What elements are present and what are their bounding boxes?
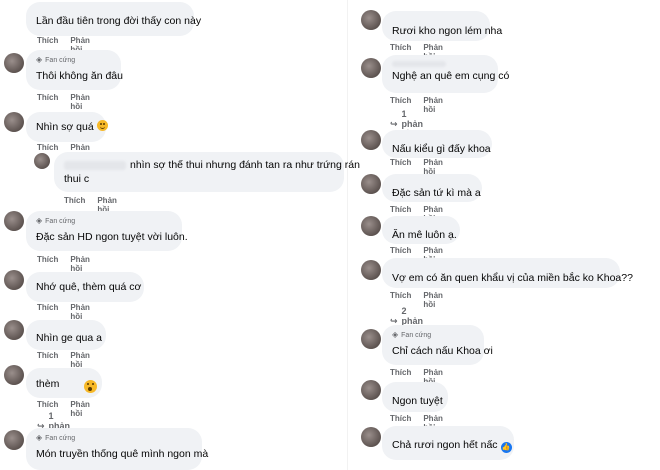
grinning-face-emoji: [96, 120, 108, 131]
blurred-name-row: [392, 60, 488, 69]
fan-badge: ◈ Fan cứng: [392, 331, 474, 339]
reply-button[interactable]: Phản hồi: [423, 96, 443, 114]
comment-text: Nhìn sợ quá: [36, 120, 108, 134]
comment-actions: Thích Phản hồi: [37, 303, 90, 321]
comment-text: Đặc sản tứ kì mà a: [392, 187, 481, 199]
comment-bubble: Lần đầu tiên trong đời thấy con này: [26, 2, 202, 36]
comment-text: Ngon tuyệt: [392, 395, 443, 407]
like-button[interactable]: Thích: [37, 351, 58, 369]
avatar[interactable]: [34, 153, 50, 169]
comment-bubble: ◈ Fan cứng Chỉ cách nấu Khoa ơi: [382, 325, 493, 365]
avatar[interactable]: [361, 216, 381, 236]
comment-bubble: ◈ Fan cứng Đặc sản HD ngon tuyệt vời luôn…: [26, 211, 188, 251]
fan-badge: ◈ Fan cứng: [36, 56, 111, 64]
like-button[interactable]: Thích: [37, 255, 58, 273]
comment-text: Món truyền thống quê mình ngon mà: [36, 448, 209, 460]
comment-text: Đặc sản HD ngon tuyệt vời luôn.: [36, 231, 188, 243]
comment-bubble: Rươi kho ngon lém nha: [382, 11, 503, 41]
comment-bubble: Nhớ quê, thèm quá cơ: [26, 272, 144, 302]
comment-bubble: Đặc sản tứ kì mà a: [382, 174, 482, 202]
diamond-icon: ◈: [36, 216, 43, 225]
reply-button[interactable]: Phản hồi: [70, 93, 90, 111]
like-button[interactable]: Thích: [37, 303, 58, 321]
avatar[interactable]: [361, 130, 381, 150]
comment-text: Chỉ cách nấu Khoa ơi: [392, 345, 493, 357]
reply-button[interactable]: Phản hồi: [70, 400, 90, 418]
diamond-icon: ◈: [392, 330, 399, 339]
comment-text: Nhớ quê, thèm quá cơ: [36, 281, 142, 293]
comment-text: Thôi không ăn đâu: [36, 70, 123, 82]
column-divider: [347, 0, 348, 470]
avatar[interactable]: [361, 380, 381, 400]
comment-text: Vợ em có ăn quen khẩu vị của miền bắc ko…: [392, 272, 633, 284]
comment-actions: Thích Phản hồi: [37, 351, 90, 369]
avatar[interactable]: [361, 58, 381, 78]
fan-badge: ◈ Fan cứng: [36, 217, 172, 225]
comment-bubble: Chả rươi ngon hết nấc 👍: [382, 426, 514, 460]
fan-badge: ◈ Fan cứng: [36, 434, 192, 442]
reply-button[interactable]: Phản hồi: [70, 255, 90, 273]
comment-bubble: Nhìn sợ quá: [26, 112, 108, 142]
comment-text: Nhìn ge qua a: [36, 332, 102, 344]
comment-bubble: Nhìn ge qua a: [26, 320, 106, 350]
avatar[interactable]: [4, 211, 24, 231]
comment-text: Rươi kho ngon lém nha: [392, 25, 503, 37]
diamond-icon: ◈: [36, 55, 43, 64]
like-button[interactable]: Thích: [37, 93, 58, 111]
comment-actions: Thích Phản hồi: [37, 255, 90, 273]
surprised-face-emoji: [84, 380, 97, 393]
reply-button[interactable]: Phản hồi: [70, 351, 90, 369]
avatar[interactable]: [4, 320, 24, 340]
avatar[interactable]: [361, 10, 381, 30]
avatar[interactable]: [4, 53, 24, 73]
reply-button[interactable]: Phản hồi: [423, 291, 443, 309]
blurred-name: [64, 160, 126, 170]
avatar[interactable]: [4, 430, 24, 450]
blurred-name: [392, 61, 446, 68]
avatar[interactable]: [361, 329, 381, 349]
comment-bubble: ◈ Fan cứng Thôi không ăn đâu: [26, 50, 123, 90]
avatar[interactable]: [361, 427, 381, 447]
comment-text: Chả rươi ngon hết nấc 👍: [392, 439, 512, 453]
reply-arrow-icon: ↪: [390, 118, 398, 129]
avatar[interactable]: [4, 365, 24, 385]
comment-text: Nấu kiểu gì đấy khoa: [392, 143, 491, 155]
comment-bubble: Ngon tuyệt: [382, 382, 448, 412]
thumbs-up-icon: 👍: [500, 442, 512, 453]
comment-bubble: Ăn mê luôn ạ.: [382, 216, 460, 244]
fan-badge-label: Fan cứng: [45, 434, 76, 442]
avatar[interactable]: [361, 174, 381, 194]
reply-button[interactable]: Phản hồi: [70, 303, 90, 321]
comment-text: Ăn mê luôn ạ.: [392, 229, 457, 241]
avatar[interactable]: [361, 260, 381, 280]
diamond-icon: ◈: [36, 433, 43, 442]
comment-bubble: Vợ em có ăn quen khẩu vị của miền bắc ko…: [382, 258, 633, 288]
fan-badge-label: Fan cứng: [401, 331, 432, 339]
comment-actions: Thích Phản hồi: [37, 93, 90, 111]
comment-text-line2: thui c: [64, 173, 90, 185]
avatar[interactable]: [4, 270, 24, 290]
avatar[interactable]: [4, 112, 24, 132]
comment-bubble: Nấu kiểu gì đấy khoa: [382, 130, 492, 158]
comment-text: nhìn sợ thế thui nhưng đánh tan ra như t…: [64, 158, 360, 172]
comment-text: Nghệ an quê em cụng có: [392, 70, 510, 82]
fan-badge-label: Fan cứng: [45, 217, 76, 225]
comment-bubble: ◈ Fan cứng Món truyền thống quê mình ngon…: [26, 428, 209, 470]
fan-badge-label: Fan cứng: [45, 56, 76, 64]
comment-bubble: Nghệ an quê em cụng có: [382, 55, 510, 93]
comment-bubble: nhìn sợ thế thui nhưng đánh tan ra như t…: [54, 152, 360, 192]
comment-text: Lần đầu tiên trong đời thấy con này: [36, 15, 202, 27]
